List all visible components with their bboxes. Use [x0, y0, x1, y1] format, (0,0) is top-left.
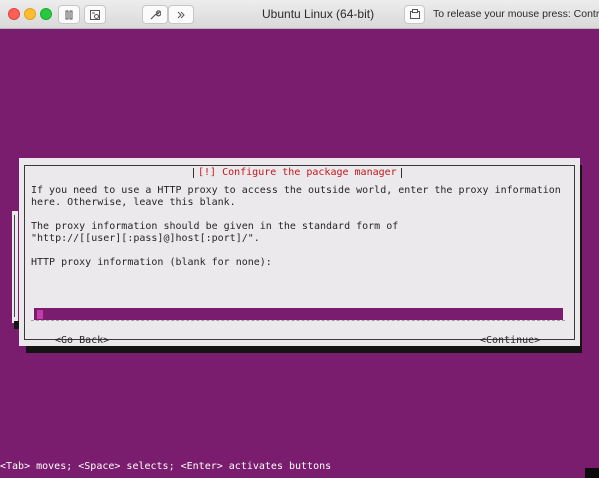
proxy-input-field[interactable] — [34, 308, 563, 320]
vm-titlebar: Ubuntu Linux (64-bit) To release your mo… — [0, 0, 599, 29]
zoom-window-button[interactable] — [40, 8, 52, 20]
pause-button[interactable] — [58, 5, 80, 24]
screen-button[interactable] — [404, 5, 425, 24]
go-back-button[interactable]: <Go Back> — [55, 335, 109, 347]
description-line-1: If you need to use a HTTP proxy to acces… — [31, 185, 561, 196]
description-line-2: here. Otherwise, leave this blank. — [31, 197, 236, 208]
close-window-button[interactable] — [8, 8, 20, 20]
wrench-icon — [149, 9, 161, 21]
window-title: Ubuntu Linux (64-bit) — [262, 7, 375, 21]
snapshot-icon — [89, 9, 101, 21]
settings-button[interactable] — [142, 5, 168, 24]
dialog-title: [!] Configure the package manager — [193, 166, 402, 180]
background-dialog-edge — [12, 211, 18, 323]
more-button[interactable] — [168, 5, 194, 24]
screen-icon — [409, 9, 421, 20]
minimize-window-button[interactable] — [24, 8, 36, 20]
pause-icon — [64, 10, 74, 20]
vm-console[interactable]: [!] Configure the package manager If you… — [0, 29, 599, 478]
proxy-input[interactable] — [38, 308, 538, 320]
snapshot-button[interactable] — [84, 5, 106, 24]
proxy-field-label: HTTP proxy information (blank for none): — [31, 257, 272, 268]
console-corner — [585, 468, 599, 478]
keyboard-help-bar: <Tab> moves; <Space> selects; <Enter> ac… — [0, 461, 332, 472]
format-line-2: "http://[[user][:pass]@]host[:port]/". — [31, 233, 260, 244]
continue-button[interactable]: <Continue> — [480, 335, 540, 347]
chevron-double-right-icon — [176, 10, 186, 20]
mouse-release-hint: To release your mouse press: Control-⌘ — [433, 8, 599, 20]
package-manager-dialog: [!] Configure the package manager If you… — [19, 158, 580, 346]
format-line-1: The proxy information should be given in… — [31, 221, 399, 232]
field-underline — [31, 320, 565, 321]
